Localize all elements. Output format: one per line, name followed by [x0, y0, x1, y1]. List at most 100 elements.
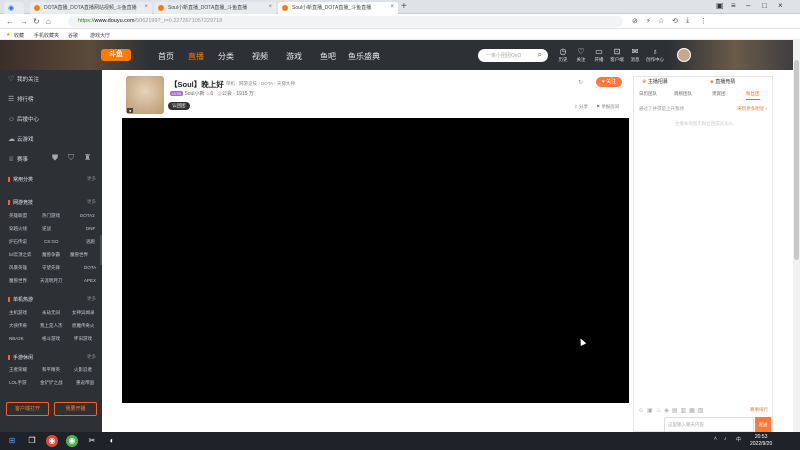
- start-broadcast-button[interactable]: 我要开播: [54, 402, 97, 416]
- sidebar-game-link[interactable]: APEX: [84, 278, 96, 283]
- bookmark-item[interactable]: 手机收藏夹: [34, 32, 59, 39]
- sidebar-game-link[interactable]: 和平精英: [42, 367, 60, 373]
- more-link[interactable]: 更多: [87, 296, 96, 302]
- refresh-icon[interactable]: ↻: [578, 79, 583, 86]
- close-icon[interactable]: ×: [390, 4, 394, 10]
- chat-input[interactable]: 这里输入聊天内容: [664, 417, 754, 433]
- sidebar-item-cloud-game[interactable]: ☁ 云游戏: [8, 135, 34, 143]
- avatar[interactable]: [677, 48, 691, 62]
- subtab-fans[interactable]: 粉丝团: [746, 91, 760, 100]
- compass-icon[interactable]: ⊘: [632, 17, 638, 25]
- sidebar-game-link[interactable]: DOTA: [84, 265, 96, 270]
- sidebar-game-link[interactable]: 守望先锋: [42, 265, 60, 271]
- media-app-icon[interactable]: ◐: [106, 435, 118, 447]
- tray-up-icon[interactable]: ˄: [714, 436, 717, 442]
- bag-icon[interactable]: ▤: [672, 408, 678, 414]
- close-icon[interactable]: ×: [144, 4, 148, 10]
- more-link[interactable]: 更多: [87, 176, 96, 182]
- team-logo-icon[interactable]: ⛊: [52, 153, 58, 163]
- sidebar-game-link[interactable]: 逆战: [42, 226, 51, 232]
- tool-icon[interactable]: ▦: [689, 408, 695, 414]
- subtab-weekly[interactable]: 周榜团队: [674, 91, 692, 100]
- box-icon[interactable]: ▧: [698, 408, 704, 414]
- settings-icon[interactable]: ⋮: [700, 17, 707, 25]
- new-tab-button[interactable]: +: [401, 1, 407, 12]
- sidebar-game-link[interactable]: NBA2K: [9, 336, 24, 341]
- sidebar-game-link[interactable]: 热门游戏: [42, 213, 60, 219]
- breadcrumb[interactable]: 单机 · 网游竞技 › DOTA › 天梯大神: [226, 81, 295, 87]
- sidebar-item-esports[interactable]: ♕ 赛事: [8, 155, 28, 163]
- windows-start-icon[interactable]: ⊞: [6, 435, 18, 447]
- sidebar-game-link[interactable]: 王者荣耀: [9, 367, 27, 373]
- sidebar-item-support[interactable]: ☺ 后援中心: [8, 115, 39, 123]
- browser-tab-2[interactable]: Soul小新直播_DOTA直播_斗鱼直播 ×: [154, 2, 276, 14]
- gift-icon[interactable]: ▣: [647, 408, 653, 414]
- follow-button[interactable]: ♥ 关注: [596, 77, 622, 87]
- search-input[interactable]: 一条小团团OvO ⌕: [478, 49, 548, 62]
- report-button[interactable]: ⚑ 举报房间: [596, 104, 619, 110]
- subtab-vip[interactable]: 贵宾团: [712, 91, 726, 100]
- task-view-icon[interactable]: ❐: [26, 435, 38, 447]
- sidebar-item-follow[interactable]: ♡ 我的关注: [8, 75, 39, 83]
- rank-link[interactable]: 赛事排行: [750, 407, 768, 413]
- tools-app-icon[interactable]: ✂: [86, 435, 98, 447]
- system-clock[interactable]: 20:53 2022/9/20: [750, 434, 772, 448]
- room-tag[interactable]: 认团团: [168, 102, 190, 110]
- sidebar-game-link[interactable]: CS:GO: [44, 239, 59, 244]
- streamer-name[interactable]: Soul小新: [184, 91, 204, 97]
- open-client-button[interactable]: 客户端打开: [6, 402, 49, 416]
- nav-home[interactable]: 首页: [158, 51, 174, 62]
- streamer-avatar[interactable]: ●: [126, 76, 164, 114]
- fire-icon[interactable]: ♨: [656, 408, 661, 414]
- sidebar-game-link[interactable]: LOL手游: [9, 380, 27, 386]
- sidebar-item-ranking[interactable]: ☰ 排行榜: [8, 95, 34, 103]
- broadcast-button[interactable]: ▭ 开播: [589, 47, 609, 63]
- more-link[interactable]: 更多: [87, 199, 96, 205]
- sidebar-game-link[interactable]: 天涯明月刀: [40, 278, 63, 284]
- creator-center-button[interactable]: ♁ 创作中心: [645, 47, 665, 63]
- video-player[interactable]: [122, 118, 629, 403]
- browser-tab-3[interactable]: Soul小新直播_DOTA直播_斗鱼直播 ×: [278, 2, 398, 14]
- team-logo-icon[interactable]: ♜: [84, 153, 91, 162]
- more-link[interactable]: 更多: [87, 354, 96, 360]
- emoji-icon[interactable]: ☺: [638, 408, 644, 414]
- download-icon[interactable]: ⤓: [686, 17, 689, 25]
- nav-category[interactable]: 分类: [218, 51, 234, 62]
- sidebar-game-link[interactable]: 主机游戏: [9, 310, 27, 316]
- sidebar-game-link[interactable]: lol云顶之弈: [9, 252, 32, 258]
- sidebar-game-link[interactable]: 原魔传奇火: [72, 323, 95, 329]
- sidebar-game-link[interactable]: 女神异闻录: [72, 310, 95, 316]
- sidebar-game-link[interactable]: 风暴英雄: [9, 265, 27, 271]
- sidebar-game-link[interactable]: 穿越火线: [9, 226, 27, 232]
- search-icon[interactable]: ⌕: [538, 50, 542, 60]
- browser-tab-1[interactable]: DOTA直播_DOTA直播网站视频_斗鱼直播 ×: [30, 2, 152, 14]
- sidebar-game-link[interactable]: 火影忍者: [74, 367, 92, 373]
- extension-icon[interactable]: ▣: [716, 1, 724, 10]
- tab-anchor-recruit[interactable]: ♛ 主播招募: [642, 77, 668, 87]
- badge-icon[interactable]: ◈: [664, 408, 669, 414]
- browser-menu-button[interactable]: ◉: [4, 2, 24, 14]
- reload-icon[interactable]: ↻: [33, 17, 40, 26]
- subtab-daily[interactable]: 日历团队: [639, 91, 657, 100]
- lightning-icon[interactable]: ⚡: [646, 17, 651, 25]
- bookmark-item[interactable]: 谷歌: [68, 32, 78, 39]
- team-logo-icon[interactable]: ⛉: [68, 153, 74, 163]
- sidebar-game-link[interactable]: 怀旧游戏: [74, 336, 92, 342]
- nav-festival[interactable]: 鱼乐盛典: [348, 51, 380, 62]
- send-button[interactable]: 发送: [755, 417, 771, 433]
- sidebar-game-link[interactable]: 炉石传说: [9, 239, 27, 245]
- douyu-logo[interactable]: 斗鱼: [101, 49, 131, 61]
- close-icon[interactable]: ×: [268, 4, 272, 10]
- sidebar-game-link[interactable]: 重返帝国: [76, 380, 94, 386]
- client-button[interactable]: ⊡ 客户端: [607, 47, 627, 63]
- sidebar-game-link[interactable]: 英雄联盟: [9, 213, 27, 219]
- sidebar-game-link[interactable]: 魔兽争霸: [42, 252, 60, 258]
- bookmark-item[interactable]: 游戏大厅: [90, 32, 110, 39]
- minimize-icon[interactable]: –: [746, 1, 750, 10]
- volume-icon[interactable]: ♪: [724, 436, 727, 442]
- ime-indicator[interactable]: 中: [736, 436, 741, 443]
- nav-live[interactable]: 直播: [188, 51, 204, 62]
- more-fans-link[interactable]: 来玩更多明星 ›: [737, 106, 767, 112]
- sidebar-game-link[interactable]: DNF: [86, 226, 95, 231]
- window-close-icon[interactable]: ×: [778, 1, 783, 10]
